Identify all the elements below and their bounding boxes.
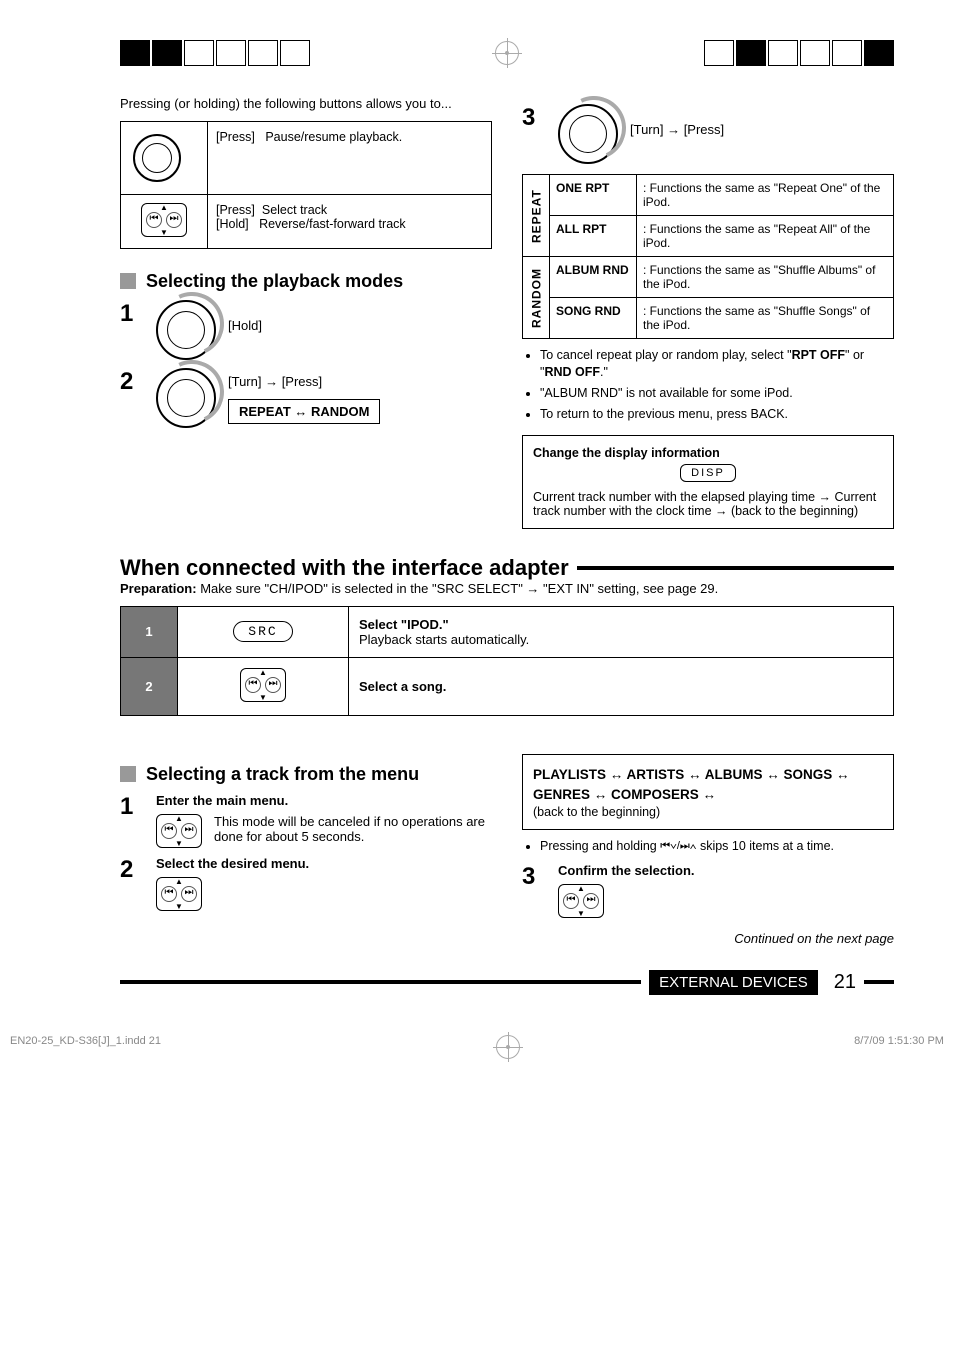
- preparation-body: Make sure "CH/IPOD" is selected in the "…: [200, 581, 718, 596]
- step-number: 3: [522, 863, 546, 891]
- action-label: [Hold]: [216, 217, 249, 231]
- dpad-icon: ⏮⏭: [141, 203, 187, 237]
- step-title: Confirm the selection.: [558, 863, 894, 878]
- action-desc: Select track: [262, 203, 327, 217]
- step-number: 2: [120, 856, 144, 884]
- mode-desc: : Functions the same as "Repeat One" of …: [637, 175, 894, 216]
- step-body: Playback starts automatically.: [359, 632, 883, 647]
- step-number: 1: [121, 606, 178, 657]
- continued-note: Continued on the next page: [522, 931, 894, 946]
- step-number: 3: [522, 104, 546, 132]
- action-label: [Press]: [216, 203, 255, 217]
- step-number: 1: [120, 300, 144, 328]
- display-info-body: Current track number with the elapsed pl…: [533, 490, 883, 518]
- intro-text: Pressing (or holding) the following butt…: [120, 96, 492, 113]
- menu-sequence: PLAYLISTS ↔ ARTISTS ↔ ALBUMS ↔ SONGS ↔ G…: [533, 765, 883, 806]
- step-title: Select the desired menu.: [156, 856, 492, 871]
- action-desc: Pause/resume playback.: [265, 130, 402, 144]
- mode-name: ALL RPT: [550, 216, 637, 257]
- knob-icon: [133, 134, 181, 182]
- prev-next-icons: ⏮∨/⏭∧: [660, 839, 696, 854]
- step-body: This mode will be canceled if no operati…: [214, 814, 492, 848]
- button-actions-table: [Press] Pause/resume playback. ⏮⏭ [Press…: [120, 121, 492, 249]
- mode-desc: : Functions the same as "Repeat All" of …: [637, 216, 894, 257]
- disp-button-icon: DISP: [680, 464, 736, 482]
- display-info-title: Change the display information: [533, 446, 883, 460]
- playback-modes-table: REPEAT ONE RPT : Functions the same as "…: [522, 174, 894, 339]
- action-label: [Press]: [216, 130, 255, 144]
- mode-desc: : Functions the same as "Shuffle Songs" …: [637, 298, 894, 339]
- dpad-icon: ⏮⏭: [240, 668, 286, 702]
- step-title: Select "IPOD.": [359, 617, 883, 632]
- timestamp-label: 8/7/09 1:51:30 PM: [854, 1035, 944, 1059]
- src-button-icon: SRC: [233, 621, 292, 642]
- step-title: Select a song.: [359, 679, 883, 694]
- section-heading: Selecting the playback modes: [146, 271, 403, 292]
- footer-section-label: EXTERNAL DEVICES: [649, 970, 818, 995]
- notes-list: Pressing and holding ⏮∨/⏭∧ skips 10 item…: [522, 838, 894, 855]
- connection-steps-table: 1 SRC Select "IPOD." Playback starts aut…: [120, 606, 894, 716]
- notes-list: To cancel repeat play or random play, se…: [522, 347, 894, 423]
- step-number: 2: [120, 368, 144, 396]
- register-marks: [120, 40, 894, 66]
- dpad-icon: ⏮⏭: [156, 814, 202, 848]
- mode-toggle-box: REPEAT ↔ RANDOM: [228, 399, 380, 424]
- mode-desc: : Functions the same as "Shuffle Albums"…: [637, 257, 894, 298]
- step-title: Enter the main menu.: [156, 793, 492, 808]
- step-label: [Hold]: [228, 300, 492, 333]
- menu-sequence-back: (back to the beginning): [533, 805, 883, 819]
- mode-name: ALBUM RND: [550, 257, 637, 298]
- repeat-group-label: REPEAT: [523, 175, 550, 257]
- source-file-label: EN20-25_KD-S36[J]_1.indd 21: [10, 1035, 161, 1059]
- step-number: 2: [121, 657, 178, 715]
- dpad-icon: ⏮⏭: [558, 884, 604, 918]
- mode-name: ONE RPT: [550, 175, 637, 216]
- menu-sequence-box: PLAYLISTS ↔ ARTISTS ↔ ALBUMS ↔ SONGS ↔ G…: [522, 754, 894, 831]
- section-bullet-icon: [120, 766, 136, 782]
- display-info-box: Change the display information DISP Curr…: [522, 435, 894, 529]
- dpad-icon: ⏮⏭: [156, 877, 202, 911]
- step-number: 1: [120, 793, 144, 821]
- mode-name: SONG RND: [550, 298, 637, 339]
- section-heading: Selecting a track from the menu: [146, 764, 419, 785]
- section-heading: When connected with the interface adapte…: [120, 555, 569, 581]
- step-label: [Turn] → [Press]: [228, 374, 492, 389]
- page-number: 21: [834, 971, 856, 994]
- random-group-label: RANDOM: [523, 257, 550, 339]
- section-bullet-icon: [120, 273, 136, 289]
- action-desc: Reverse/fast-forward track: [259, 217, 406, 231]
- preparation-label: Preparation:: [120, 581, 197, 596]
- step-label: [Turn] → [Press]: [630, 104, 894, 137]
